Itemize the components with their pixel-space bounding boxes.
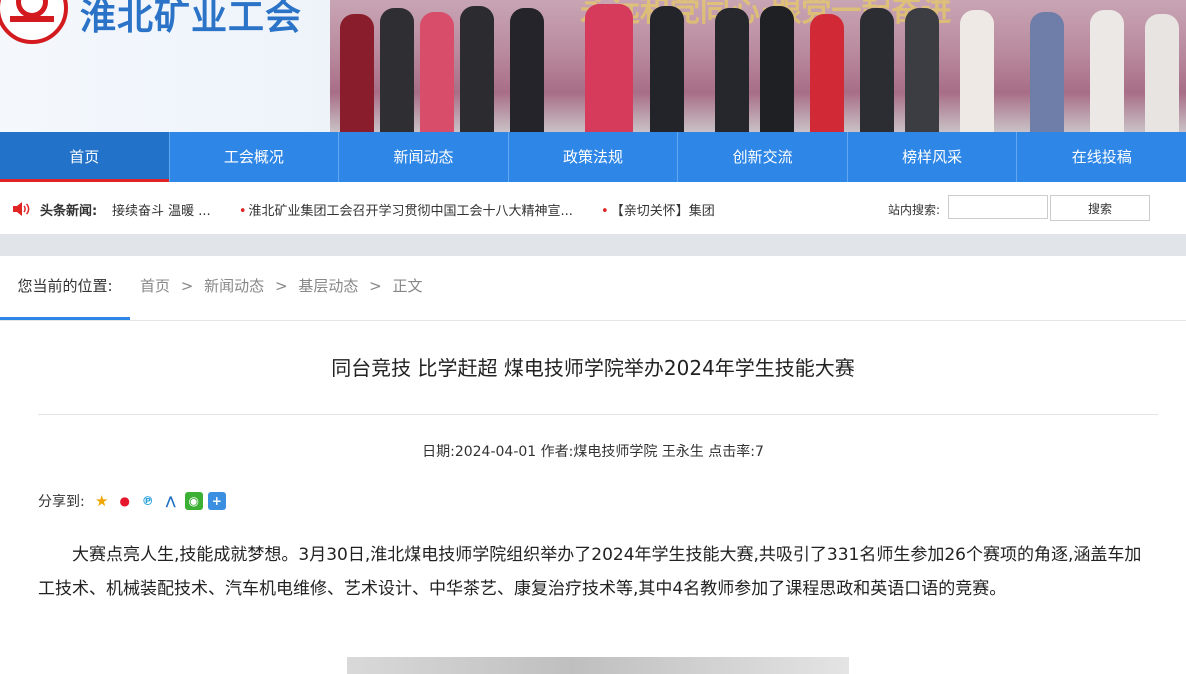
title-divider xyxy=(38,414,1158,415)
share-label: 分享到: xyxy=(38,494,85,510)
speaker-icon xyxy=(13,202,30,216)
banner-photo: 永远和党同心·跟党一起奋进 xyxy=(330,0,1186,132)
nav-item-role-models[interactable]: 榜样风采 xyxy=(848,132,1018,182)
nav-item-submit[interactable]: 在线投稿 xyxy=(1017,132,1186,182)
breadcrumb-label: 您当前的位置: xyxy=(0,256,130,320)
nav-item-policy[interactable]: 政策法规 xyxy=(509,132,679,182)
breadcrumb-separator: > xyxy=(180,277,194,295)
nav-item-union-overview[interactable]: 工会概况 xyxy=(170,132,340,182)
breadcrumb-separator: > xyxy=(369,277,382,295)
share-bar: 分享到: ★ ● ℗ ⋀ ◉ + xyxy=(38,491,231,511)
pengyou-icon[interactable]: ℗ xyxy=(139,492,157,510)
article-body: 大赛点亮人生,技能成就梦想。3月30日,淮北煤电技师学院组织举办了2024年学生… xyxy=(38,545,1142,599)
nav-item-home[interactable]: 首页 xyxy=(0,132,170,182)
breadcrumb-news[interactable]: 新闻动态 xyxy=(204,277,264,295)
breadcrumb-home[interactable]: 首页 xyxy=(140,277,170,295)
divider-band xyxy=(0,234,1186,256)
breadcrumb-trail: 首页 > 新闻动态 > 基层动态 > 正文 xyxy=(140,256,422,316)
search-button[interactable]: 搜索 xyxy=(1050,195,1150,221)
article-meta: 日期:2024-04-01 作者:煤电技师学院 王永生 点击率:7 xyxy=(422,444,764,460)
weibo-icon[interactable]: ● xyxy=(116,492,134,510)
breadcrumb-current: 正文 xyxy=(392,277,423,295)
renren-icon[interactable]: ⋀ xyxy=(162,492,180,510)
search-label: 站内搜索: xyxy=(888,203,941,217)
headline-ticker: 接续奋斗 温暖 ... • 淮北矿业集团工会召开学习贯彻中国工会十八大精神宣...… xyxy=(112,200,764,218)
nav-item-news[interactable]: 新闻动态 xyxy=(339,132,509,182)
headline-bar: 头条新闻: 接续奋斗 温暖 ... • 淮北矿业集团工会召开学习贯彻中国工会十八大… xyxy=(0,182,1186,234)
breadcrumb-separator: > xyxy=(274,277,288,295)
more-icon[interactable]: + xyxy=(207,492,226,510)
headline-link[interactable]: • 淮北矿业集团工会召开学习贯彻中国工会十八大精神宣... xyxy=(239,200,573,218)
site-name[interactable]: 淮北矿业工会 xyxy=(80,0,302,40)
wechat-icon[interactable]: ◉ xyxy=(184,492,203,510)
headline-label: 头条新闻: xyxy=(40,204,98,219)
article-title: 同台竞技 比学赶超 煤电技师学院举办2024年学生技能大赛 xyxy=(331,356,855,380)
search-input[interactable] xyxy=(948,195,1048,219)
header-banner: 淮北矿业工会 永远和党同心·跟党一起奋进 xyxy=(0,0,1186,132)
article-image xyxy=(347,657,849,674)
headline-link[interactable]: • 【亲切关怀】集团 xyxy=(601,200,715,218)
qzone-icon[interactable]: ★ xyxy=(93,492,111,510)
main-nav: 首页 工会概况 新闻动态 政策法规 创新交流 榜样风采 在线投稿 xyxy=(0,132,1186,182)
headline-link[interactable]: 接续奋斗 温暖 ... xyxy=(112,200,211,218)
union-logo-icon[interactable] xyxy=(0,0,68,44)
breadcrumb: 您当前的位置: 首页 > 新闻动态 > 基层动态 > 正文 xyxy=(0,256,1186,321)
nav-item-innovation[interactable]: 创新交流 xyxy=(678,132,848,182)
banner-people xyxy=(330,0,1186,132)
breadcrumb-grassroots[interactable]: 基层动态 xyxy=(298,277,358,295)
